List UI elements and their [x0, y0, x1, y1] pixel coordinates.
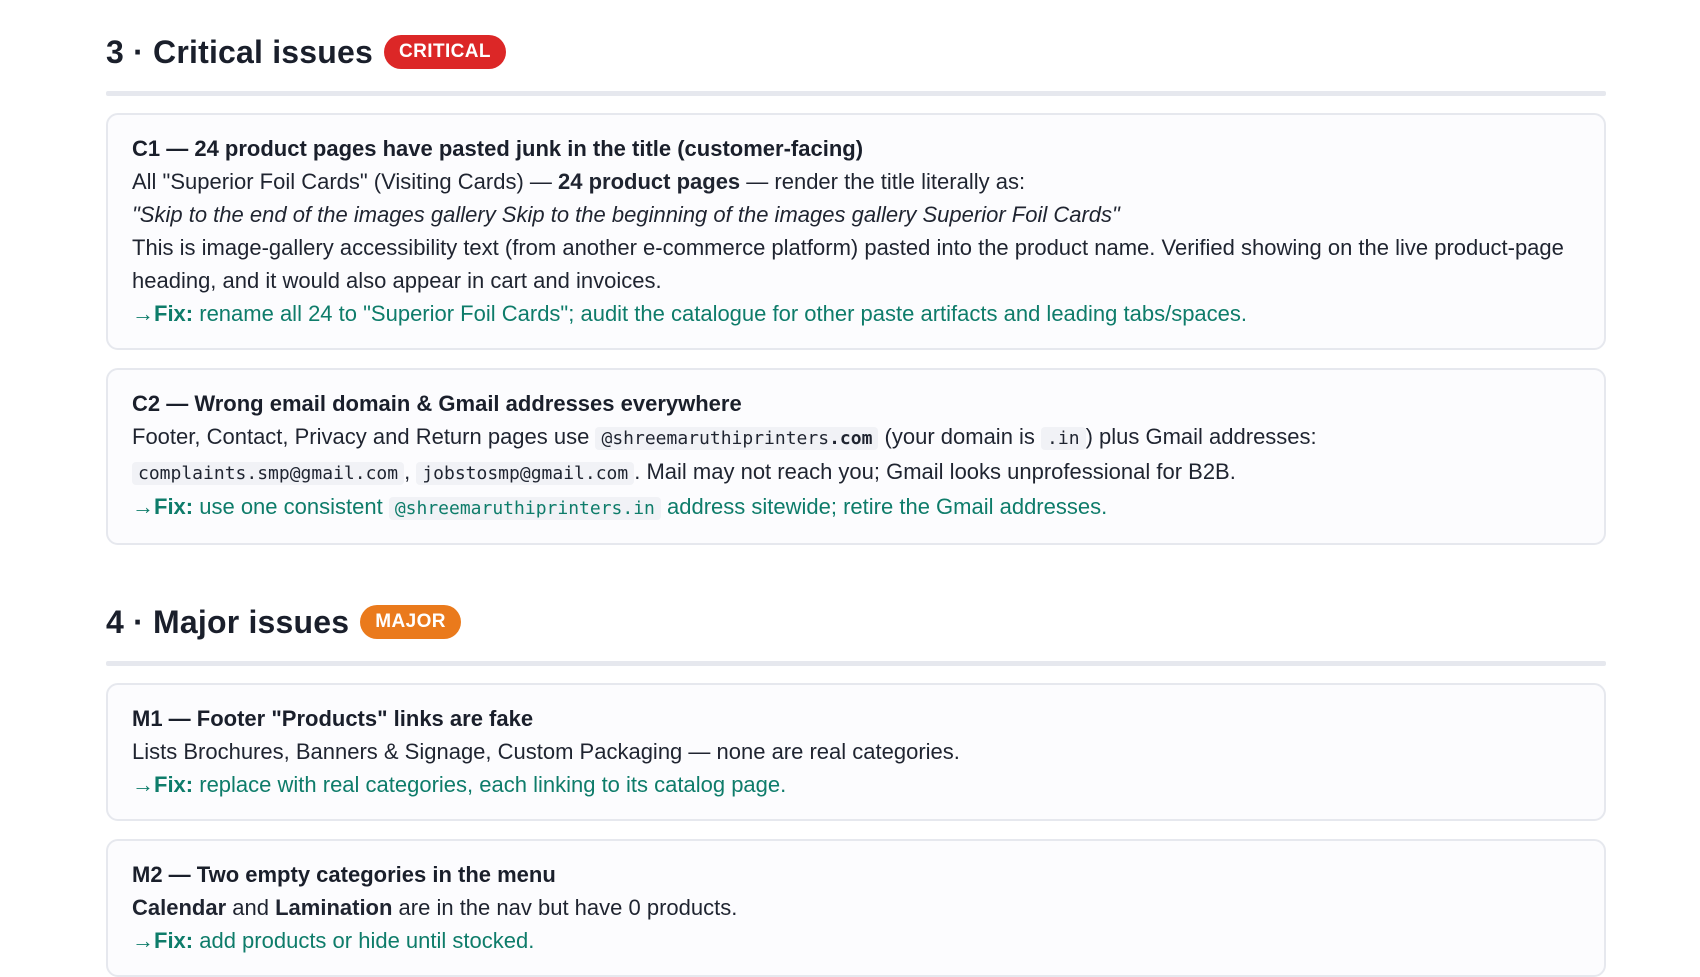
fix-label: Fix: — [154, 928, 194, 953]
issue-title: C2 — Wrong email domain & Gmail addresse… — [132, 391, 742, 416]
section-divider — [106, 661, 1606, 666]
major-section: 4 · Major issues MAJOR M1 — Footer "Prod… — [106, 600, 1606, 977]
report-page: 3 · Critical issues CRITICAL C1 — 24 pro… — [0, 0, 1700, 977]
text: All "Superior Foil Cards" (Visiting Card… — [132, 169, 559, 194]
fix-text: add products or hide until stocked. — [193, 928, 535, 953]
fix-line: →Fix: use one consistent @shreemaruthipr… — [132, 490, 1580, 525]
fix-text: address sitewide; retire the Gmail addre… — [660, 494, 1108, 519]
text: , — [404, 459, 417, 484]
arrow-right-icon: → — [132, 301, 154, 326]
issue-explanation: This is image-gallery accessibility text… — [132, 235, 1564, 293]
issue-description: All "Superior Foil Cards" (Visiting Card… — [132, 165, 1580, 198]
text: . Mail may not reach you; Gmail looks un… — [634, 459, 1236, 484]
code-emphasis: .com — [829, 428, 873, 449]
text: — render the title literally as: — [740, 169, 1026, 194]
major-heading-row: 4 · Major issues MAJOR — [106, 600, 1606, 644]
code-email: complaints.smp@gmail.com — [132, 462, 405, 485]
issue-card-c1: C1 — 24 product pages have pasted junk i… — [106, 113, 1606, 350]
section-title-major: 4 · Major issues — [106, 603, 350, 640]
fix-text: rename all 24 to "Superior Foil Cards"; … — [193, 301, 1248, 326]
emphasis: Calendar — [132, 895, 227, 920]
issue-title: M2 — Two empty categories in the menu — [132, 862, 556, 887]
critical-heading-row: 3 · Critical issues CRITICAL — [106, 30, 1606, 74]
critical-badge: CRITICAL — [384, 35, 506, 69]
emphasis: Lamination — [275, 895, 393, 920]
code-domain: @shreemaruthiprinters.com — [595, 427, 879, 450]
section-title-critical: 3 · Critical issues — [106, 33, 374, 70]
fix-label: Fix: — [154, 494, 194, 519]
fix-line: →Fix: replace with real categories, each… — [132, 768, 1580, 801]
text: (your domain is — [878, 424, 1042, 449]
code-email: jobstosmp@gmail.com — [416, 462, 635, 485]
issue-card-c2: C2 — Wrong email domain & Gmail addresse… — [106, 368, 1606, 545]
code-tld: .in — [1041, 427, 1086, 450]
critical-section: 3 · Critical issues CRITICAL C1 — 24 pro… — [106, 30, 1606, 545]
major-badge: MAJOR — [360, 605, 461, 639]
fix-label: Fix: — [154, 301, 194, 326]
text: Footer, Contact, Privacy and Return page… — [132, 424, 596, 449]
arrow-right-icon: → — [132, 772, 154, 797]
arrow-right-icon: → — [132, 494, 154, 519]
fix-label: Fix: — [154, 772, 194, 797]
issue-card-m1: M1 — Footer "Products" links are fake Li… — [106, 683, 1606, 821]
fix-text: replace with real categories, each linki… — [193, 772, 787, 797]
issue-card-m2: M2 — Two empty categories in the menu Ca… — [106, 839, 1606, 977]
text: ) plus Gmail addresses: — [1085, 424, 1317, 449]
issue-description: Lists Brochures, Banners & Signage, Cust… — [132, 739, 960, 764]
text: are in the nav but have 0 products. — [392, 895, 738, 920]
quoted-title: "Skip to the end of the images gallery S… — [132, 202, 1120, 227]
section-divider — [106, 91, 1606, 96]
fix-text: use one consistent — [193, 494, 389, 519]
code-text: @shreemaruthiprinters — [601, 428, 830, 449]
emphasis: 24 product pages — [558, 169, 741, 194]
issue-description: Calendar and Lamination are in the nav b… — [132, 891, 1580, 924]
fix-line: →Fix: rename all 24 to "Superior Foil Ca… — [132, 297, 1580, 330]
arrow-right-icon: → — [132, 928, 154, 953]
text: and — [226, 895, 276, 920]
issue-title: C1 — 24 product pages have pasted junk i… — [132, 136, 864, 161]
fix-line: →Fix: add products or hide until stocked… — [132, 924, 1580, 957]
code-domain: @shreemaruthiprinters.in — [388, 497, 661, 520]
issue-title: M1 — Footer "Products" links are fake — [132, 706, 534, 731]
issue-description: Footer, Contact, Privacy and Return page… — [132, 420, 1580, 490]
